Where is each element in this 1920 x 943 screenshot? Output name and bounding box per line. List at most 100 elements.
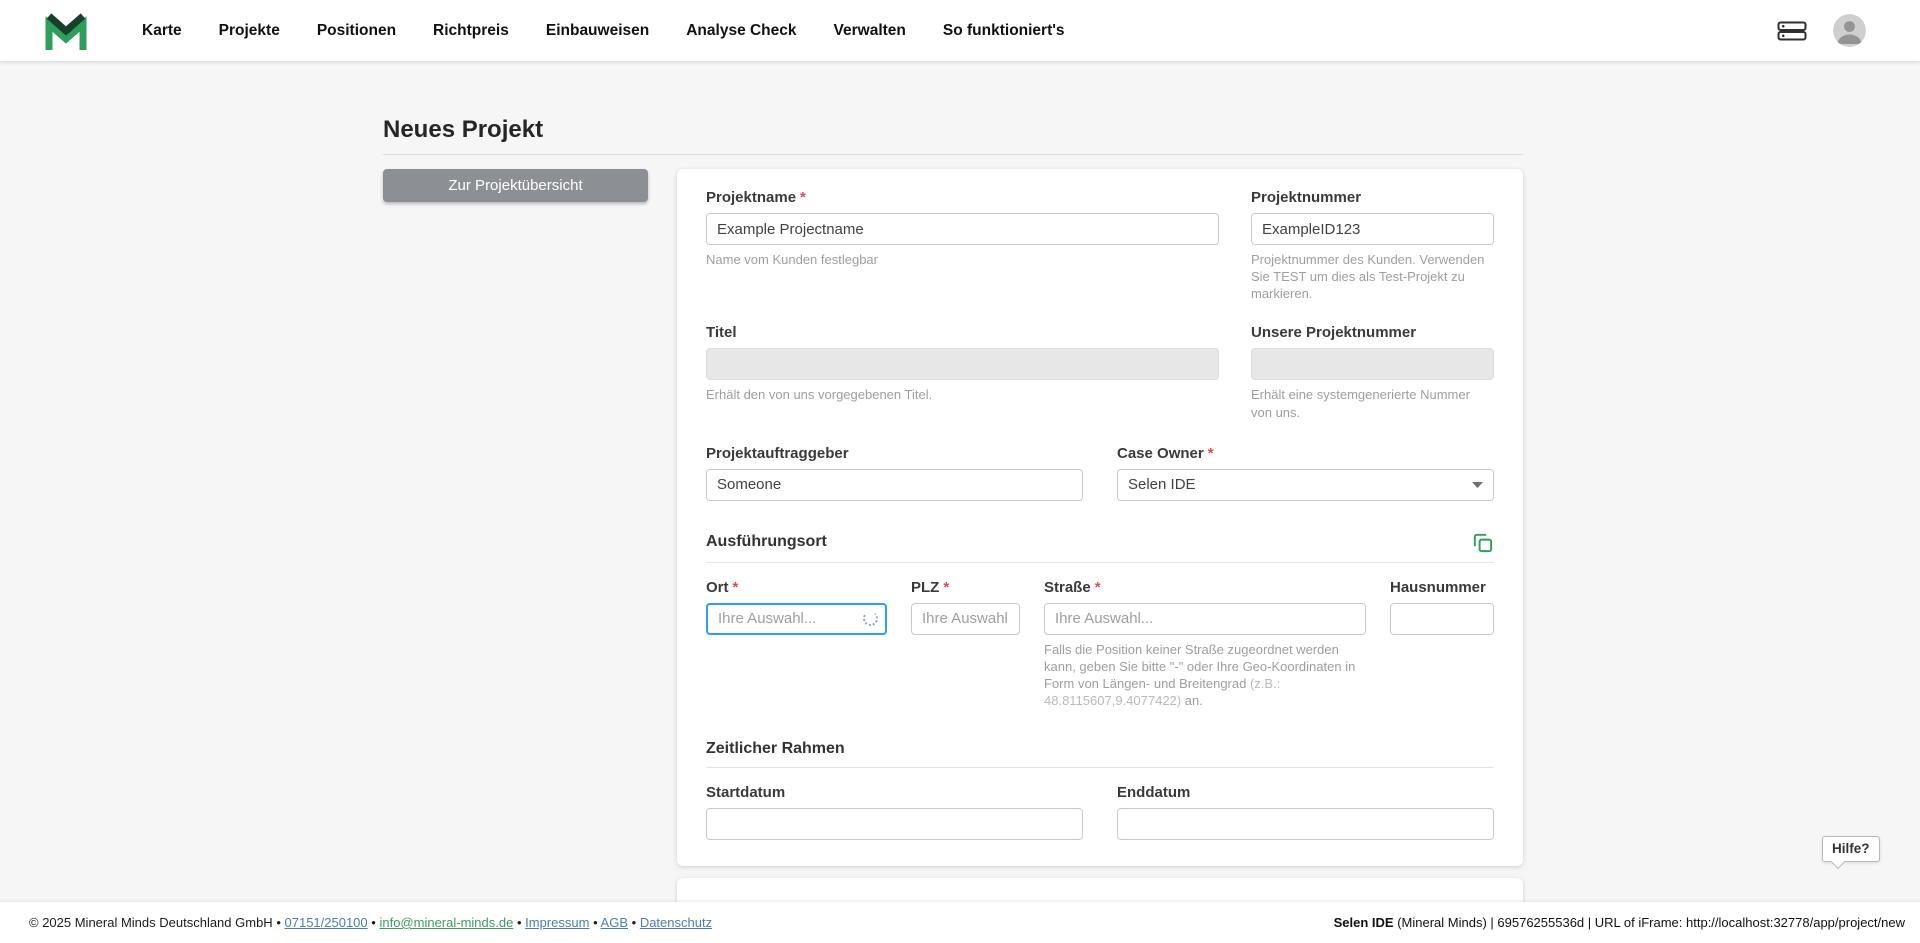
footer-separator: • (593, 915, 598, 930)
hausnummer-input[interactable] (1390, 602, 1494, 635)
required-asterisk: * (1094, 578, 1101, 596)
startdatum-input[interactable] (706, 808, 1083, 841)
projektnummer-helper: Projektnummer des Kunden. Verwenden Sie … (1251, 252, 1485, 302)
back-to-project-overview-button[interactable]: Zur Projektübersicht (383, 169, 648, 202)
unsere-projektnummer-input (1251, 348, 1494, 381)
strasse-input[interactable] (1044, 602, 1366, 635)
required-asterisk: * (1207, 444, 1214, 462)
person-icon (1833, 14, 1866, 47)
field-projektauftraggeber: Projektauftraggeber (706, 445, 1083, 501)
strasse-helper-suffix: an. (1181, 693, 1203, 709)
section-ausfuehrungsort-title: Ausführungsort (706, 533, 827, 551)
row-projektname-projektnummer: Projektname* Name vom Kunden festlegbar … (706, 189, 1494, 302)
footer-separator: • (371, 915, 376, 930)
page-footer: © 2025 Mineral Minds Deutschland GmbH • … (0, 902, 1920, 943)
strasse-helper-main: Falls die Position keiner Straße zugeord… (1044, 641, 1356, 692)
field-ort: Ort * (706, 579, 887, 710)
row-adresse: Ort* PLZ* Straße* Falls die Position kei… (706, 579, 1494, 710)
required-asterisk: * (943, 578, 950, 596)
nav-item-richtpreis[interactable]: Richtpreis (433, 22, 509, 40)
chevron-down-icon (1472, 481, 1483, 488)
user-avatar[interactable] (1833, 14, 1866, 47)
nav-item-analyse-check[interactable]: Analyse Check (686, 22, 796, 40)
row-titel-unsere-projektnummer: Titel Erhält den von uns vorgegebenen Ti… (706, 324, 1494, 420)
field-strasse: Straße* Falls die Position keiner Straße… (1044, 579, 1366, 710)
field-projektnummer: Projektnummer Projektnummer des Kunden. … (1251, 189, 1494, 302)
unsere-projektnummer-label: Unsere Projektnummer (1251, 324, 1417, 342)
nav-item-verwalten[interactable]: Verwalten (834, 22, 906, 40)
agb-link[interactable]: AGB (601, 915, 628, 930)
nav-item-projekte[interactable]: Projekte (219, 22, 280, 40)
enddatum-input[interactable] (1117, 808, 1494, 841)
row-auftraggeber-caseowner: Projektauftraggeber Case Owner* Selen ID… (706, 445, 1494, 501)
strasse-label-text: Straße (1044, 578, 1091, 596)
projektname-input[interactable] (706, 213, 1219, 245)
projektauftraggeber-input[interactable] (706, 468, 1083, 501)
strasse-label: Straße * (1044, 579, 1366, 597)
section-divider (706, 561, 1494, 563)
help-label: Hilfe? (1832, 841, 1870, 856)
case-owner-selected-value: Selen IDE (1128, 476, 1196, 494)
server-icon[interactable] (1777, 19, 1807, 43)
footer-separator: • (276, 915, 281, 930)
field-hausnummer: Hausnummer (1390, 579, 1494, 710)
copy-icon[interactable] (1471, 531, 1494, 554)
case-owner-select[interactable]: Selen IDE (1117, 468, 1494, 501)
field-startdatum: Startdatum (706, 784, 1083, 841)
titel-helper: Erhält den von uns vorgegebenen Titel. (706, 387, 933, 403)
main-nav: Karte Projekte Positionen Richtpreis Ein… (142, 22, 1065, 40)
impressum-link[interactable]: Impressum (525, 915, 589, 930)
ort-label-text: Ort (706, 578, 729, 596)
projektname-label-text: Projektname (706, 189, 797, 206)
footer-separator: • (631, 915, 637, 930)
loading-spinner-icon (863, 610, 878, 626)
field-titel: Titel Erhält den von uns vorgegebenen Ti… (706, 324, 1219, 420)
projektname-label: Projektname * (706, 189, 1219, 207)
nav-item-einbauweisen[interactable]: Einbauweisen (546, 22, 649, 40)
section-zeitlicher-rahmen-header: Zeitlicher Rahmen (706, 739, 1494, 759)
nav-right-actions (1777, 14, 1866, 47)
email-link[interactable]: info@mineral-minds.de (379, 915, 513, 930)
section-zeitlicher-rahmen-title: Zeitlicher Rahmen (706, 740, 845, 758)
field-plz: PLZ * (911, 579, 1020, 710)
title-divider (383, 154, 1523, 155)
nav-item-so-funktionierts[interactable]: So funktioniert's (943, 22, 1065, 40)
titel-input (706, 348, 1219, 381)
case-owner-label-text: Case Owner (1117, 444, 1204, 462)
strasse-helper: Falls die Position keiner Straße zugeord… (1044, 641, 1366, 710)
enddatum-label: Enddatum (1117, 784, 1191, 802)
projektname-helper: Name vom Kunden festlegbar (706, 252, 878, 267)
datenschutz-link[interactable]: Datenschutz (640, 915, 712, 930)
field-case-owner: Case Owner * Selen IDE (1117, 445, 1494, 501)
session-info: Selen IDE (Mineral Minds) | 69576255536d… (1334, 915, 1905, 930)
brand-logo[interactable] (45, 11, 87, 51)
required-asterisk: * (800, 189, 806, 206)
help-button[interactable]: Hilfe? (1822, 836, 1880, 862)
footer-separator: • (516, 915, 522, 930)
field-enddatum: Enddatum (1117, 784, 1494, 841)
top-navbar: Karte Projekte Positionen Richtpreis Ein… (0, 0, 1920, 61)
page-title: Neues Projekt (383, 116, 544, 143)
ort-label: Ort * (706, 579, 887, 597)
ort-input[interactable] (706, 602, 887, 635)
projektnummer-label: Projektnummer (1251, 189, 1362, 206)
new-project-form-card: Projektname* Name vom Kunden festlegbar … (677, 169, 1523, 867)
copyright-text: © 2025 Mineral Minds Deutschland GmbH (29, 915, 273, 930)
session-details: (Mineral Minds) | 69576255536d | URL of … (1393, 915, 1905, 930)
required-asterisk: * (732, 578, 739, 596)
nav-item-karte[interactable]: Karte (142, 22, 182, 40)
field-projektname: Projektname* Name vom Kunden festlegbar (706, 189, 1219, 302)
plz-input[interactable] (911, 602, 1020, 635)
phone-link[interactable]: 07151/250100 (285, 915, 368, 930)
unsere-projektnummer-helper: Erhält eine systemgenerierte Nummer von … (1251, 387, 1470, 420)
nav-item-positionen[interactable]: Positionen (317, 22, 396, 40)
brand-logo-icon (45, 12, 87, 50)
field-unsere-projektnummer: Unsere Projektnummer Erhält eine systemg… (1251, 324, 1494, 420)
case-owner-label: Case Owner * (1117, 445, 1494, 463)
plz-label-text: PLZ (911, 578, 940, 596)
ort-input-wrap (706, 602, 887, 635)
section-divider (706, 767, 1494, 769)
row-datum: Startdatum Enddatum (706, 784, 1494, 841)
projektnummer-input[interactable] (1251, 213, 1494, 245)
footer-legal: © 2025 Mineral Minds Deutschland GmbH • … (29, 915, 712, 930)
